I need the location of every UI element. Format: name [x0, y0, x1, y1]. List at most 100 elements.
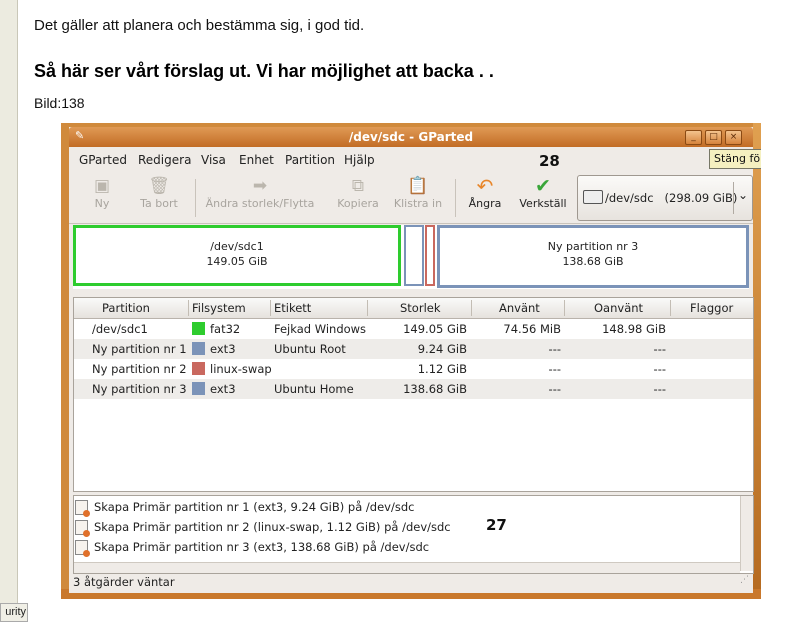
table-row[interactable]: /dev/sdc1 fat32 Fejkad Windows 149.05 Gi… [74, 319, 753, 339]
status-chip-text: urity [5, 606, 26, 618]
cell-filesystem: ext3 [210, 342, 236, 356]
cell-label: Ubuntu Root [274, 342, 346, 356]
delete-label: Ta bort [140, 197, 178, 210]
gparted-window: ✎ /dev/sdc - GParted _ □ × Stäng fö GPar… [69, 127, 761, 593]
cell-size: 138.68 GiB [403, 382, 467, 396]
col-filsystem[interactable]: Filsystem [192, 301, 246, 315]
left-sidebar-strip [0, 0, 18, 620]
table-row[interactable]: Ny partition nr 2 linux-swap 1.12 GiB --… [74, 359, 753, 379]
copy-icon: ⧉ [351, 176, 365, 196]
section-heading: Så här ser vårt förslag ut. Vi har möjli… [34, 61, 494, 81]
copy-label: Kopiera [337, 197, 379, 210]
menu-bar: GParted Redigera Visa Enhet Partition Hj… [69, 149, 753, 169]
paste-icon: 📋 [407, 176, 429, 196]
device-selector-label: /dev/sdc (298.09 GiB) [605, 191, 737, 205]
table-row[interactable]: Ny partition nr 1 ext3 Ubuntu Root 9.24 … [74, 339, 753, 359]
minimize-icon[interactable]: _ [685, 130, 702, 145]
copy-button[interactable]: ⧉ Kopiera [335, 175, 381, 210]
column-divider [670, 300, 671, 316]
device-selector[interactable]: /dev/sdc (298.09 GiB) ⌄ [577, 175, 753, 221]
cell-unused: --- [653, 362, 666, 376]
diskmap-partition-home[interactable]: Ny partition nr 3 138.68 GiB [437, 225, 749, 288]
column-divider [270, 300, 271, 316]
cell-partition: /dev/sdc1 [92, 322, 148, 336]
device-size: (298.09 GiB) [664, 191, 738, 205]
col-etikett[interactable]: Etikett [274, 301, 311, 315]
cell-label: Fejkad Windows [274, 322, 367, 336]
fs-color-swatch [192, 322, 205, 335]
cell-filesystem: fat32 [210, 322, 241, 336]
device-name: /dev/sdc [605, 191, 654, 205]
fs-color-swatch [192, 382, 205, 395]
diskmap-partition-swap[interactable] [425, 225, 435, 286]
menu-partition[interactable]: Partition [285, 153, 335, 167]
fs-color-swatch [192, 342, 205, 355]
column-divider [188, 300, 189, 316]
menu-redigera[interactable]: Redigera [138, 153, 191, 167]
close-icon[interactable]: × [725, 130, 742, 145]
menu-enhet[interactable]: Enhet [239, 153, 274, 167]
cell-used: --- [548, 342, 561, 356]
col-partition[interactable]: Partition [102, 301, 150, 315]
vertical-scrollbar[interactable] [740, 496, 753, 571]
cell-partition: Ny partition nr 1 [92, 342, 187, 356]
delete-button[interactable]: 🗑 Ta bort [137, 175, 181, 210]
annotation-step-28: 28 [539, 152, 560, 170]
column-divider [564, 300, 565, 316]
log-item-text: Skapa Primär partition nr 1 (ext3, 9.24 … [94, 500, 415, 514]
resize-arrow-icon: ➡ [252, 176, 268, 196]
cell-unused: 148.98 GiB [602, 322, 666, 336]
cell-size: 9.24 GiB [417, 342, 467, 356]
toolbar-separator [455, 179, 456, 217]
status-bar: 3 åtgärder väntar ⋰ [73, 575, 752, 591]
cell-used: --- [548, 382, 561, 396]
undo-button[interactable]: ↶ Ångra [465, 175, 505, 210]
cell-unused: --- [653, 342, 666, 356]
col-storlek[interactable]: Storlek [400, 301, 441, 315]
cell-size: 1.12 GiB [417, 362, 467, 376]
col-anvant[interactable]: Använt [499, 301, 540, 315]
partition-table: Partition Filsystem Etikett Storlek Anvä… [73, 297, 754, 492]
intro-text: Det gäller att planera och bestämma sig,… [34, 17, 365, 34]
col-oanvant[interactable]: Oanvänt [594, 301, 643, 315]
trash-icon: 🗑 [148, 176, 170, 196]
new-button[interactable]: ▣ Ny [87, 175, 117, 210]
cell-used: --- [548, 362, 561, 376]
window-title: /dev/sdc - GParted [348, 130, 474, 144]
cell-filesystem: linux-swap [210, 362, 272, 376]
apply-button[interactable]: ✔ Verkställ [517, 175, 569, 210]
status-text: 3 åtgärder väntar [73, 575, 175, 589]
status-chip: urity [0, 603, 28, 622]
diskmap-p1-size: 149.05 GiB [206, 255, 268, 268]
diskmap-partition-sdc1[interactable]: /dev/sdc1 149.05 GiB [73, 225, 401, 286]
menu-visa[interactable]: Visa [201, 153, 226, 167]
title-bar: ✎ /dev/sdc - GParted _ □ × [69, 127, 753, 147]
table-header: Partition Filsystem Etikett Storlek Anvä… [74, 298, 753, 319]
new-label: Ny [94, 197, 110, 210]
resize-move-button[interactable]: ➡ Ändra storlek/Flytta [203, 175, 317, 210]
maximize-icon[interactable]: □ [705, 130, 722, 145]
gparted-screenshot: ✎ /dev/sdc - GParted _ □ × Stäng fö GPar… [61, 123, 761, 599]
col-flaggor[interactable]: Flaggor [690, 301, 733, 315]
menu-hjalp[interactable]: Hjälp [344, 153, 375, 167]
dropdown-separator [733, 182, 734, 214]
paste-button[interactable]: 📋 Klistra in [391, 175, 445, 210]
operation-icon [75, 500, 90, 517]
undo-icon: ↶ [476, 174, 494, 198]
cell-partition: Ny partition nr 3 [92, 382, 187, 396]
resize-label: Ändra storlek/Flytta [205, 197, 315, 210]
cell-used: 74.56 MiB [503, 322, 561, 336]
toolbar: ▣ Ny 🗑 Ta bort ➡ Ändra storlek/Flytta ⧉ … [69, 171, 753, 224]
resize-grip-icon[interactable]: ⋰ [740, 576, 750, 589]
horizontal-scrollbar[interactable] [74, 562, 740, 573]
diskmap-partition-root[interactable] [404, 225, 424, 286]
diskmap-p4-name: Ny partition nr 3 [547, 240, 639, 253]
chevron-down-icon[interactable]: ⌄ [738, 188, 748, 202]
menu-gparted[interactable]: GParted [79, 153, 127, 167]
figure-caption: Bild:138 [34, 95, 85, 111]
checkmark-icon: ✔ [535, 175, 551, 197]
operation-icon [75, 520, 90, 537]
table-row[interactable]: Ny partition nr 3 ext3 Ubuntu Home 138.6… [74, 379, 753, 399]
cell-size: 149.05 GiB [403, 322, 467, 336]
toolbar-separator [195, 179, 196, 217]
